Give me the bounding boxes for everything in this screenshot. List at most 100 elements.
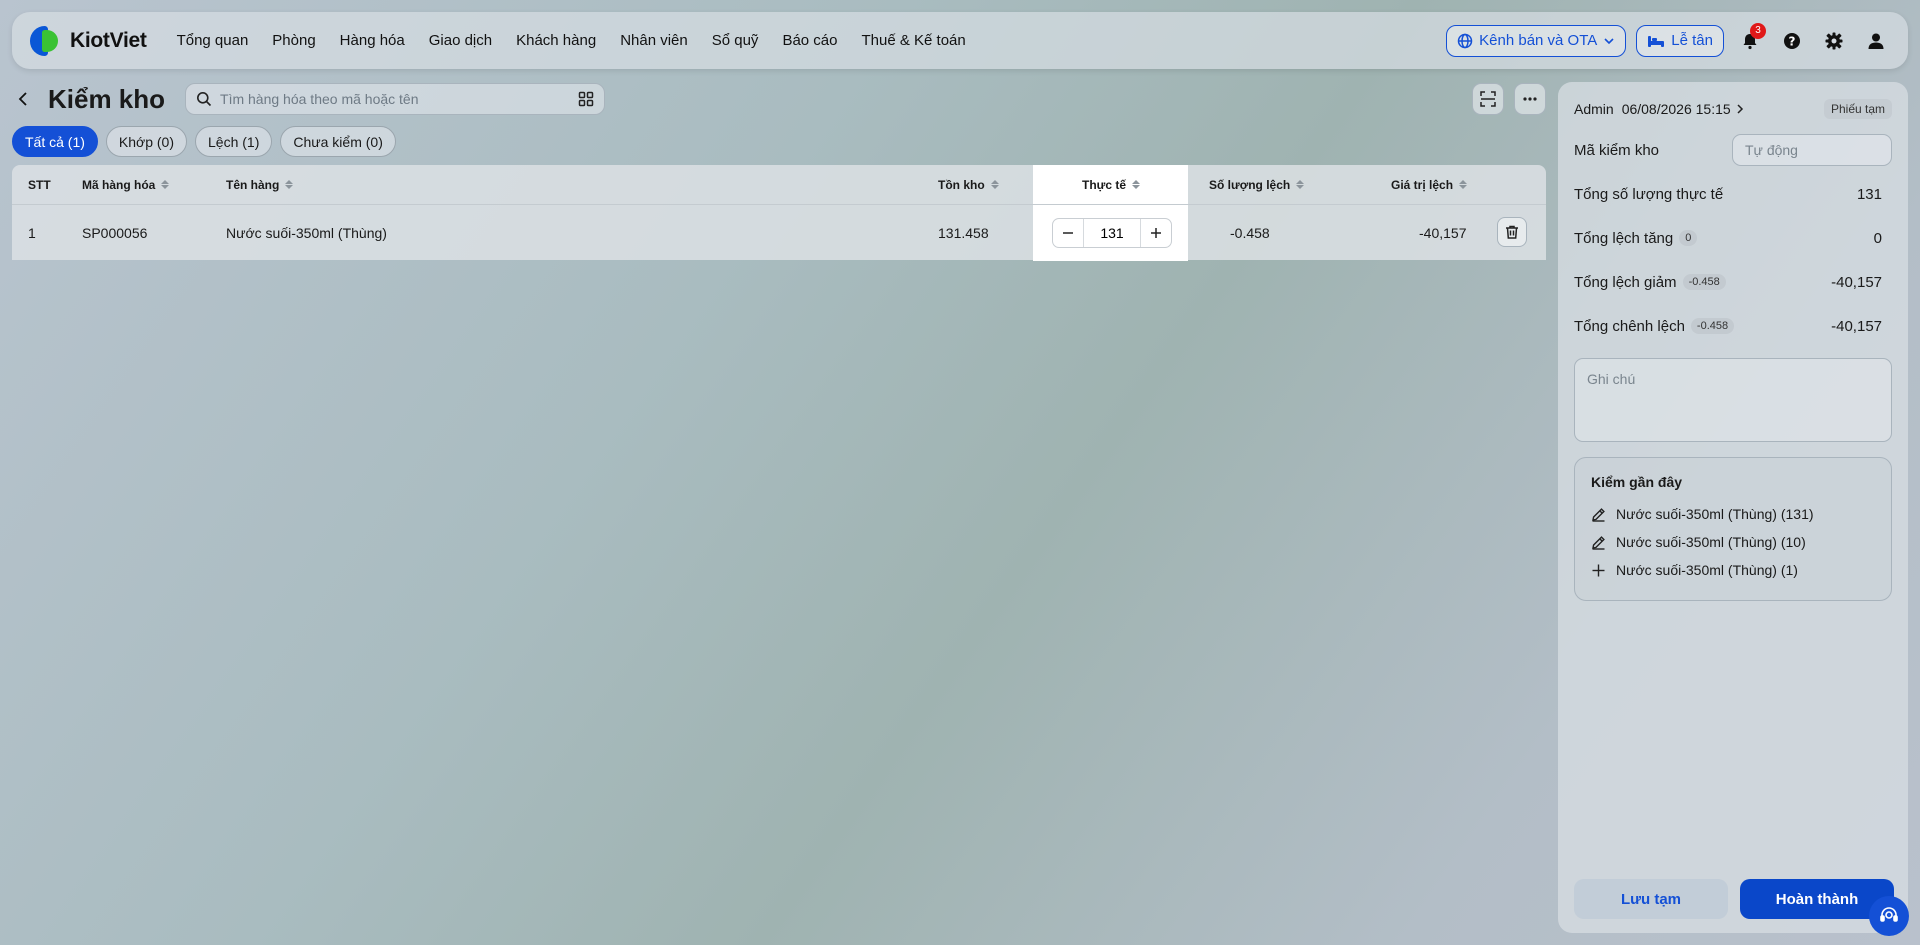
more-options-button[interactable] <box>1514 83 1546 115</box>
header-code[interactable]: Mã hàng hóa <box>82 165 170 204</box>
recent-item-text: Nước suối-350ml (Thùng) (1) <box>1616 562 1798 578</box>
product-search <box>185 83 606 115</box>
title-row: Kiểm kho <box>12 82 1546 116</box>
grid-icon[interactable] <box>578 91 594 107</box>
sort-icon <box>285 180 294 189</box>
total-diff-label: Tổng chênh lệch <box>1574 317 1685 335</box>
inventory-code-input[interactable] <box>1732 134 1892 166</box>
main-content: Kiểm kho Tất cả (1) Khớp (0) Lệch (1) Ch… <box>12 82 1546 261</box>
header-actual[interactable]: Thực tế <box>1082 165 1141 204</box>
nav-item-rooms[interactable]: Phòng <box>272 32 315 49</box>
filter-mismatched[interactable]: Lệch (1) <box>195 126 273 157</box>
notification-count-badge: 3 <box>1750 22 1766 39</box>
quantity-stepper <box>1052 218 1172 248</box>
total-decrease-label: Tổng lệch giảm <box>1574 273 1677 291</box>
brand-name: KiotViet <box>70 28 147 52</box>
channel-ota-label: Kênh bán và OTA <box>1479 32 1598 49</box>
nav-item-customers[interactable]: Khách hàng <box>516 32 596 49</box>
nav-item-tax-accounting[interactable]: Thuế & Kế toán <box>861 32 965 49</box>
brand-logo[interactable]: KiotViet <box>28 24 147 58</box>
logo-icon <box>28 24 62 58</box>
header-stock[interactable]: Tồn kho <box>938 165 999 204</box>
total-decrease-badge: -0.458 <box>1682 274 1726 290</box>
save-draft-button[interactable]: Lưu tạm <box>1574 879 1728 919</box>
note-textarea[interactable] <box>1574 358 1892 442</box>
help-button[interactable]: ? <box>1776 25 1808 57</box>
delete-row-button[interactable] <box>1497 217 1527 247</box>
nav-item-cashbook[interactable]: Sổ quỹ <box>712 32 759 49</box>
actual-quantity-input[interactable] <box>1083 219 1141 247</box>
total-increase-label: Tổng lệch tăng <box>1574 229 1674 247</box>
filter-all[interactable]: Tất cả (1) <box>12 126 98 157</box>
settings-button[interactable] <box>1818 25 1850 57</box>
header-diff-value[interactable]: Giá trị lệch <box>1391 165 1468 204</box>
total-diff-value: -40,157 <box>1831 317 1882 335</box>
table-row[interactable]: 1 SP000056 Nước suối-350ml (Thùng) 131.4… <box>12 205 1546 260</box>
datetime-value: 06/08/2026 15:15 <box>1621 101 1731 117</box>
sort-icon <box>1459 180 1468 189</box>
cell-stock: 131.458 <box>938 224 989 241</box>
header-actual-label: Thực tế <box>1082 177 1127 192</box>
panel-actions: Lưu tạm Hoàn thành <box>1574 879 1894 919</box>
back-button[interactable] <box>12 87 36 111</box>
nav-actions: Kênh bán và OTA Lễ tân 3 ? <box>1446 22 1892 57</box>
total-increase-badge: 0 <box>1679 230 1698 246</box>
chevron-right-icon <box>1737 104 1743 114</box>
search-icon <box>197 92 212 107</box>
header-diff-qty[interactable]: Số lượng lệch <box>1209 165 1305 204</box>
bed-icon <box>1648 35 1665 47</box>
cell-name: Nước suối-350ml (Thùng) <box>226 224 387 241</box>
account-button[interactable] <box>1860 25 1892 57</box>
datetime-selector[interactable]: 06/08/2026 15:15 <box>1622 101 1745 117</box>
top-navigation: KiotViet Tổng quan Phòng Hàng hóa Giao d… <box>12 12 1908 69</box>
decrement-button[interactable] <box>1053 219 1083 247</box>
total-actual-row: Tổng số lượng thực tế 131 <box>1574 172 1892 216</box>
total-actual-value: 131 <box>1856 185 1882 203</box>
channel-ota-button[interactable]: Kênh bán và OTA <box>1446 24 1627 57</box>
header-stt-label: STT <box>28 177 51 192</box>
summary-panel: Admin 06/08/2026 15:15 Phiếu tạm Mã kiểm… <box>1558 82 1908 933</box>
nav-item-reports[interactable]: Báo cáo <box>782 32 837 49</box>
header-diff-value-label: Giá trị lệch <box>1391 177 1454 192</box>
support-chat-button[interactable] <box>1869 896 1909 936</box>
nav-item-products[interactable]: Hàng hóa <box>340 32 405 49</box>
headset-icon <box>1880 907 1898 922</box>
page-title: Kiểm kho <box>48 83 166 114</box>
filter-matched[interactable]: Khớp (0) <box>105 126 187 157</box>
total-decrease-row: Tổng lệch giảm -0.458 -40,157 <box>1574 260 1892 304</box>
scan-button[interactable] <box>1472 83 1504 115</box>
help-icon: ? <box>1784 32 1800 49</box>
recent-item[interactable]: Nước suối-350ml (Thùng) (10) <box>1591 528 1875 556</box>
user-icon <box>1868 33 1884 49</box>
barcode-scan-icon <box>1480 91 1496 107</box>
sort-icon <box>161 180 170 189</box>
filter-tabs: Tất cả (1) Khớp (0) Lệch (1) Chưa kiểm (… <box>12 126 1546 157</box>
recent-item[interactable]: Nước suối-350ml (Thùng) (131) <box>1591 500 1875 528</box>
recent-item[interactable]: Nước suối-350ml (Thùng) (1) <box>1591 556 1875 584</box>
reception-button[interactable]: Lễ tân <box>1636 24 1724 57</box>
total-increase-value: 0 <box>1873 229 1882 247</box>
nav-item-overview[interactable]: Tổng quan <box>177 32 249 49</box>
minus-icon <box>1063 232 1073 234</box>
notification-button[interactable]: 3 <box>1734 22 1766 57</box>
filter-unchecked[interactable]: Chưa kiểm (0) <box>280 126 396 157</box>
header-name-label: Tên hàng <box>226 177 280 192</box>
header-code-label: Mã hàng hóa <box>82 177 156 192</box>
reception-label: Lễ tân <box>1671 32 1713 49</box>
cell-diff-qty: -0.458 <box>1230 224 1270 241</box>
total-diff-row: Tổng chênh lệch -0.458 -40,157 <box>1574 304 1892 348</box>
header-diff-qty-label: Số lượng lệch <box>1209 177 1291 192</box>
nav-item-transactions[interactable]: Giao dịch <box>429 32 492 49</box>
header-name[interactable]: Tên hàng <box>226 165 294 204</box>
sort-icon <box>1296 180 1305 189</box>
inventory-code-row: Mã kiểm kho <box>1574 128 1892 172</box>
title-actions <box>1472 83 1546 115</box>
search-input[interactable] <box>220 91 571 107</box>
recent-item-text: Nước suối-350ml (Thùng) (131) <box>1616 506 1814 522</box>
nav-item-staff[interactable]: Nhân viên <box>620 32 688 49</box>
increment-button[interactable] <box>1141 219 1171 247</box>
pencil-icon <box>1592 535 1605 550</box>
status-badge: Phiếu tạm <box>1823 99 1892 119</box>
main-menu: Tổng quan Phòng Hàng hóa Giao dịch Khách… <box>177 32 966 49</box>
total-decrease-value: -40,157 <box>1831 273 1882 291</box>
